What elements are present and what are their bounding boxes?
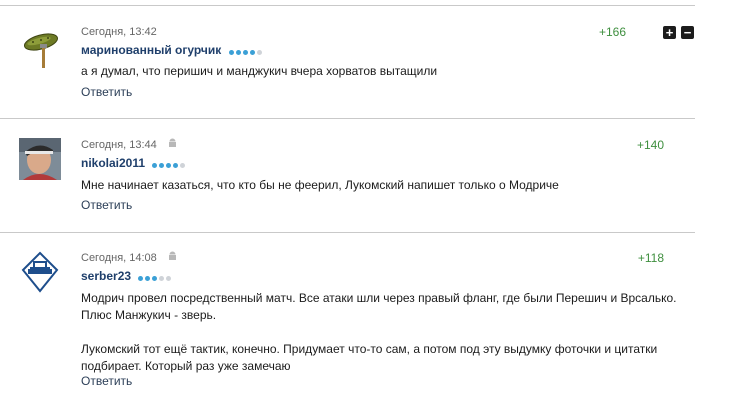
pickle-on-fork-icon [19, 33, 61, 70]
comment-score: +166 [598, 25, 626, 39]
comment-text-spacer [81, 324, 681, 341]
comment-text: а я думал, что перишич и манджукич вчера… [81, 63, 681, 80]
comment-text-line: подбирает. Который раз уже замечаю [81, 359, 291, 373]
plus-icon: + [665, 25, 674, 40]
comment-text-line: а я думал, что перишич и манджукич вчера… [81, 64, 438, 78]
comment-text: Модрич провел посредственный матч. Все а… [81, 290, 681, 375]
comment-score: +140 [636, 138, 664, 152]
comment-meta: Сегодня, 13:42 [81, 26, 157, 38]
author-name[interactable]: маринованный огурчик [81, 43, 221, 57]
reply-link[interactable]: Ответить [81, 85, 132, 99]
rating-dots [228, 44, 264, 58]
comment-text-line: Модрич провел посредственный матч. Все а… [81, 291, 677, 305]
comment-text: Мне начинает казаться, что кто бы не фee… [81, 177, 681, 194]
reply-link[interactable]: Ответить [81, 198, 132, 212]
author-name[interactable]: serber23 [81, 269, 131, 283]
comment-score: +118 [637, 251, 664, 265]
comment-text-line: Мне начинает казаться, что кто бы не фee… [81, 178, 559, 192]
comment-text-line: Плюс Манжукич - зверь. [81, 308, 217, 322]
comment-meta: Сегодня, 14:08 [81, 251, 177, 265]
comment-meta: Сегодня, 13:44 [81, 138, 177, 152]
divider [0, 118, 695, 119]
reply-link[interactable]: Ответить [81, 374, 132, 388]
divider [0, 232, 695, 233]
android-icon [168, 138, 177, 152]
vote-down-button[interactable]: − [681, 26, 694, 39]
comment-author[interactable]: serber23 [81, 269, 173, 284]
minus-icon: − [683, 25, 692, 40]
avatar[interactable] [19, 138, 61, 180]
vote-up-button[interactable]: + [663, 26, 676, 39]
rating-dots [152, 157, 187, 171]
avatar[interactable] [19, 28, 61, 70]
comment-text-line: Лукомский тот ещё тактик, конечно. Приду… [81, 342, 658, 356]
comment-time: Сегодня, 13:44 [81, 138, 157, 151]
comment-author[interactable]: маринованный огурчик [81, 43, 264, 58]
avatar[interactable] [19, 251, 61, 293]
divider-top [0, 5, 695, 6]
comment-author[interactable]: nikolai2011 [81, 156, 187, 171]
dynamo-logo-icon [19, 251, 61, 293]
android-icon [168, 251, 177, 265]
comment-time: Сегодня, 14:08 [81, 251, 157, 264]
rating-dots [138, 270, 173, 284]
author-name[interactable]: nikolai2011 [81, 156, 145, 170]
comment-time: Сегодня, 13:42 [81, 26, 157, 38]
person-photo-icon [19, 138, 61, 180]
